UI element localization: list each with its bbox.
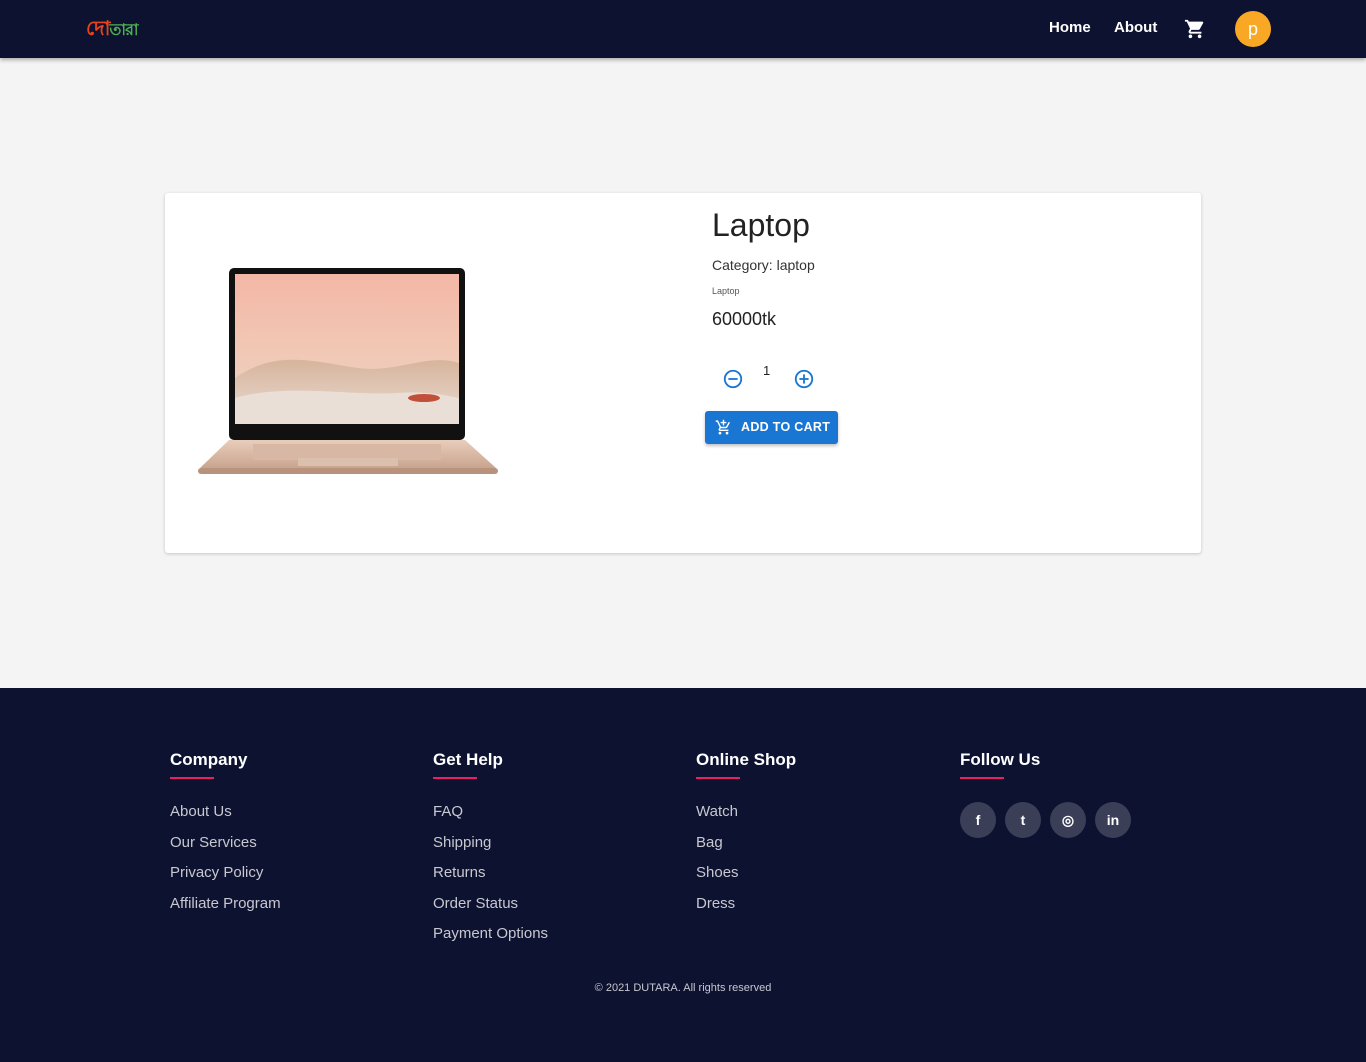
product-description: Laptop: [712, 286, 740, 296]
facebook-icon[interactable]: f: [960, 802, 996, 838]
footer-link-watch[interactable]: Watch: [696, 803, 796, 834]
quantity-value: 1: [763, 363, 771, 378]
heading-underline: [960, 777, 1004, 779]
user-avatar[interactable]: p: [1235, 11, 1271, 47]
nav-about-link[interactable]: About: [1114, 19, 1157, 36]
footer-link-about-us[interactable]: About Us: [170, 803, 281, 834]
footer-column-follow-us: Follow Us: [960, 750, 1040, 779]
footer-link-dress[interactable]: Dress: [696, 895, 796, 926]
footer-column-get-help: Get Help FAQ Shipping Returns Order Stat…: [433, 750, 548, 956]
footer-link-returns[interactable]: Returns: [433, 864, 548, 895]
footer-link-order-status[interactable]: Order Status: [433, 895, 548, 926]
cart-icon[interactable]: [1184, 18, 1206, 40]
add-to-cart-button[interactable]: ADD TO CART: [705, 411, 838, 444]
logo-part-2: তারা: [109, 20, 138, 39]
footer-column-company: Company About Us Our Services Privacy Po…: [170, 750, 281, 925]
product-card: Laptop Category: laptop Laptop 60000tk 1…: [165, 193, 1201, 553]
product-title: Laptop: [712, 207, 810, 243]
heading-underline: [696, 777, 740, 779]
instagram-icon[interactable]: ◎: [1050, 802, 1086, 838]
decrease-quantity-icon[interactable]: [722, 368, 744, 390]
footer-heading: Follow Us: [960, 750, 1041, 769]
product-category: Category: laptop: [712, 257, 815, 273]
footer: Company About Us Our Services Privacy Po…: [0, 688, 1366, 1062]
footer-link-privacy-policy[interactable]: Privacy Policy: [170, 864, 281, 895]
linkedin-icon[interactable]: in: [1095, 802, 1131, 838]
logo-part-1: দো: [86, 16, 110, 40]
increase-quantity-icon[interactable]: [793, 368, 815, 390]
add-shopping-cart-icon: [715, 419, 730, 435]
footer-column-online-shop: Online Shop Watch Bag Shoes Dress: [696, 750, 796, 925]
product-price: 60000tk: [712, 309, 777, 329]
footer-link-bag[interactable]: Bag: [696, 834, 796, 865]
product-image: [198, 268, 498, 474]
add-to-cart-label: ADD TO CART: [741, 420, 831, 434]
brand-logo[interactable]: দোতারা: [86, 14, 139, 47]
footer-heading: Online Shop: [696, 750, 797, 769]
heading-underline: [433, 777, 477, 779]
footer-heading: Get Help: [433, 750, 503, 769]
footer-link-our-services[interactable]: Our Services: [170, 834, 281, 865]
twitter-icon[interactable]: t: [1005, 802, 1041, 838]
footer-link-shoes[interactable]: Shoes: [696, 864, 796, 895]
copyright-text: © 2021 DUTARA. All rights reserved: [594, 982, 772, 994]
footer-link-faq[interactable]: FAQ: [433, 803, 548, 834]
nav-home-link[interactable]: Home: [1049, 19, 1091, 36]
footer-link-shipping[interactable]: Shipping: [433, 834, 548, 865]
footer-link-affiliate-program[interactable]: Affiliate Program: [170, 895, 281, 926]
heading-underline: [170, 777, 214, 779]
footer-heading: Company: [170, 750, 248, 769]
navbar: দোতারা Home About p: [0, 0, 1366, 58]
footer-link-payment-options[interactable]: Payment Options: [433, 925, 548, 956]
